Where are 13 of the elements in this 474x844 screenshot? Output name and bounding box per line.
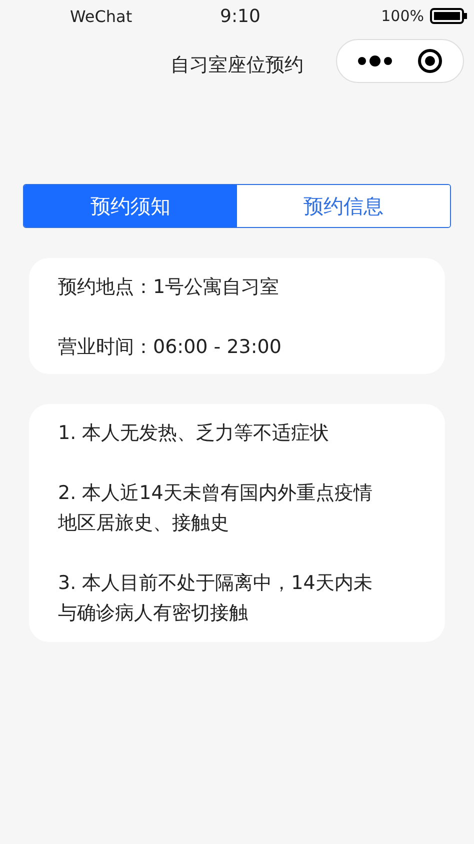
status-time: 9:10 — [220, 6, 262, 26]
battery-percent: 100% — [381, 7, 424, 25]
notice-text: 1. 本人无发热、乏力等不适症状 — [58, 421, 330, 446]
carrier-name: WeChat — [70, 6, 134, 26]
info-text: 营业时间：06:00 - 23:00 — [58, 335, 282, 360]
info-text: 预约地点：1号公寓自习室 — [58, 275, 280, 300]
notice-text: 3. 本人目前不处于隔离中，14天内未与确诊病人有密切接触 — [58, 571, 374, 626]
battery-icon — [430, 8, 468, 24]
more-icon[interactable] — [357, 55, 393, 67]
page-title: 自习室座位预约 — [170, 53, 304, 78]
close-icon[interactable] — [417, 48, 443, 74]
notice-text: 2. 本人近14天未曾有国内外重点疫情地区居旅史、接触史 — [58, 481, 374, 536]
tab[interactable]: 预约须知 — [24, 185, 237, 227]
